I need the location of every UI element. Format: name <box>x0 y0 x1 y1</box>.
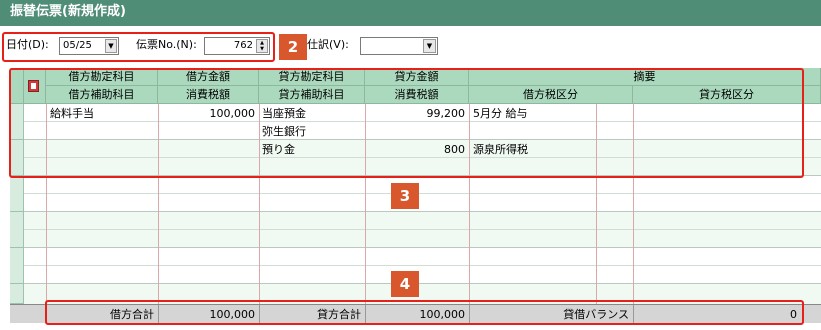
row-header[interactable] <box>10 284 24 304</box>
chevron-down-icon[interactable]: ▼ <box>423 39 436 53</box>
window-titlebar: 振替伝票(新規作成) <box>0 0 821 26</box>
row-header[interactable] <box>10 248 24 284</box>
highlight-box-2 <box>2 32 275 62</box>
badge-2: 2 <box>279 34 307 60</box>
highlight-box-3 <box>9 68 804 178</box>
badge-3: 3 <box>391 183 419 209</box>
journal-label: 仕訳(V): <box>307 38 349 51</box>
highlight-box-4 <box>45 300 804 325</box>
badge-4: 4 <box>391 271 419 297</box>
row-header[interactable] <box>10 212 24 248</box>
window-title: 振替伝票(新規作成) <box>10 4 126 19</box>
row-header[interactable] <box>10 176 24 212</box>
journal-select[interactable]: ▼ <box>360 37 438 55</box>
